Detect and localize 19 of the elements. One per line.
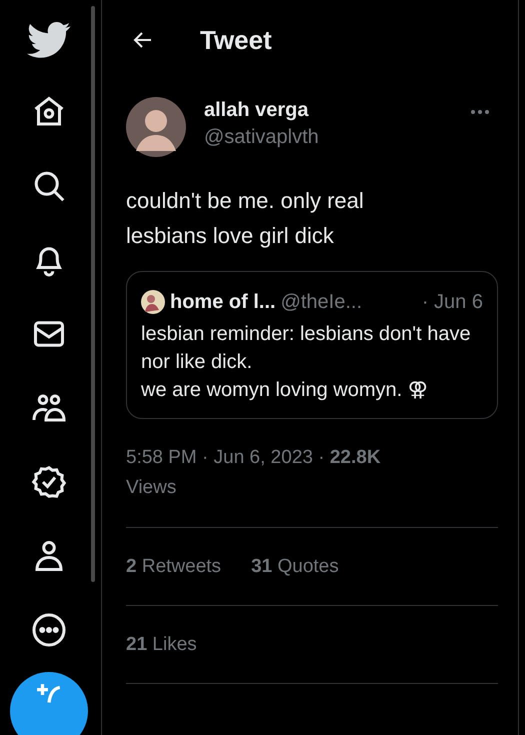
avatar[interactable] <box>126 97 186 157</box>
verified-badge-icon[interactable] <box>30 464 66 500</box>
engagement-count[interactable]: 31 Quotes <box>251 556 339 578</box>
tweet-metadata: 5:58 PM · Jun 6, 2023 · 22.8K Views <box>126 446 382 500</box>
quoted-author-handle[interactable]: @theIe... <box>280 290 362 314</box>
page-title: Tweet <box>200 24 272 56</box>
quoted-date: · Jun 6 <box>422 290 483 314</box>
avatar[interactable] <box>141 290 165 314</box>
quoted-text: we are womyn loving womyn. ⚢ <box>141 378 429 403</box>
author-name[interactable]: allah verga <box>204 99 452 122</box>
author-handle[interactable]: @sativaplvth <box>204 126 452 149</box>
scrollbar[interactable] <box>91 6 95 582</box>
engagement-count[interactable]: 21 Likes <box>126 634 197 656</box>
quoted-text: lesbian reminder: lesbians don't have nor like dick. <box>141 322 472 375</box>
more-icon[interactable] <box>30 612 66 648</box>
quoted-tweet-card[interactable]: home of l... @theIe... · Jun 6 lesbian reminder: lesbians don't have nor like dick. we are womyn loving womyn. ⚢ <box>126 271 498 419</box>
quoted-author-name[interactable]: home of l... <box>170 290 276 314</box>
engagement-count[interactable]: 2 Retweets <box>126 556 222 578</box>
tweet-text: couldn't be me. only real lesbians love girl dick <box>126 187 365 250</box>
